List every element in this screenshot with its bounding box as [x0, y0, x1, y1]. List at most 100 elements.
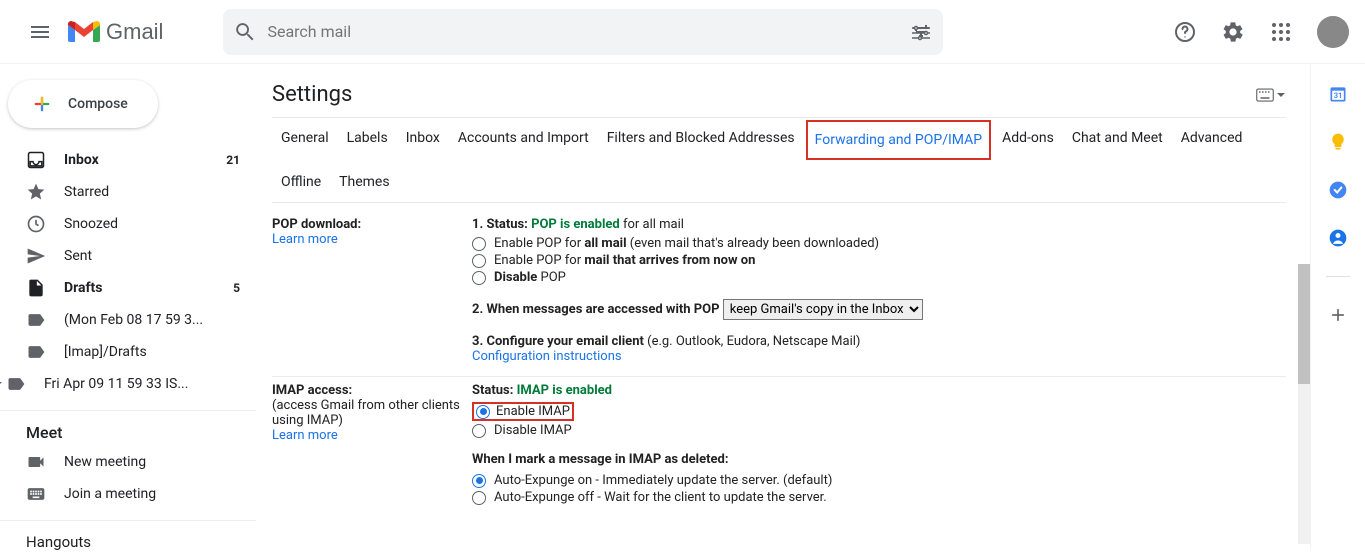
- input-tools-button[interactable]: [1256, 88, 1286, 102]
- hamburger-icon: [28, 20, 52, 44]
- pop-config-instructions-link[interactable]: Configuration instructions: [472, 349, 622, 364]
- nav-label: Inbox: [64, 152, 99, 168]
- nav-label: Snoozed: [64, 216, 118, 232]
- expunge-on-label: Auto-Expunge on - Immediately update the…: [494, 473, 832, 488]
- gmail-product-name: Gmail: [106, 19, 163, 45]
- gear-icon: [1221, 20, 1245, 44]
- main-menu-button[interactable]: [16, 8, 64, 56]
- new-meeting-button[interactable]: New meeting: [0, 446, 256, 478]
- account-avatar[interactable]: [1317, 16, 1349, 48]
- apps-button[interactable]: [1261, 12, 1301, 52]
- video-icon: [26, 452, 46, 472]
- gmail-icon: [68, 20, 100, 44]
- tab-themes[interactable]: Themes: [330, 162, 398, 202]
- tab-add-ons[interactable]: Add-ons: [993, 118, 1063, 162]
- search-input[interactable]: [267, 22, 909, 41]
- apps-icon: [1269, 20, 1293, 44]
- keep-app-button[interactable]: [1328, 132, 1348, 152]
- sidebar-item-fri-apr-09-11-59-33-is-[interactable]: Fri Apr 09 11 59 33 IS...: [0, 368, 256, 400]
- contacts-icon: [1328, 228, 1348, 248]
- imap-heading: IMAP access:: [272, 383, 472, 398]
- keyboard-small-icon: [1256, 88, 1274, 102]
- calendar-app-button[interactable]: 31: [1328, 84, 1348, 104]
- pop-radio-disable[interactable]: [472, 271, 486, 285]
- sidebar-item-snoozed[interactable]: Snoozed: [0, 208, 256, 240]
- pop-status-value: POP is enabled: [531, 217, 620, 232]
- pop-radio-from-now[interactable]: [472, 254, 486, 268]
- nav-label: Fri Apr 09 11 59 33 IS...: [44, 376, 188, 392]
- sidebar-item--imap-drafts[interactable]: [Imap]/Drafts: [0, 336, 256, 368]
- expunge-on-radio[interactable]: [472, 474, 486, 488]
- label-icon: [26, 342, 46, 362]
- clock-icon: [26, 214, 46, 234]
- sidebar-item-inbox[interactable]: Inbox 21: [0, 144, 256, 176]
- imap-enable-label: Enable IMAP: [496, 404, 570, 419]
- get-addons-button[interactable]: [1328, 305, 1348, 325]
- support-button[interactable]: [1165, 12, 1205, 52]
- gmail-logo[interactable]: Gmail: [68, 19, 163, 45]
- imap-sub: (access Gmail from other clients using I…: [272, 398, 472, 428]
- expunge-off-radio[interactable]: [472, 491, 486, 505]
- keep-icon: [1328, 132, 1348, 152]
- imap-disable-label: Disable IMAP: [494, 423, 572, 438]
- imap-learn-more-link[interactable]: Learn more: [272, 428, 338, 443]
- file-icon: [26, 278, 46, 298]
- imap-radio-disable[interactable]: [472, 424, 486, 438]
- pop-heading: POP download:: [272, 217, 472, 232]
- pop-access-select[interactable]: keep Gmail's copy in the Inbox: [723, 299, 923, 320]
- label-icon: [6, 374, 26, 394]
- pop-radio-all-mail[interactable]: [472, 237, 486, 251]
- nav-label: (Mon Feb 08 17 59 3...: [64, 312, 203, 328]
- imap-deleted-heading: When I mark a message in IMAP as deleted…: [472, 452, 1286, 467]
- tab-inbox[interactable]: Inbox: [397, 118, 449, 162]
- settings-tabs: GeneralLabelsInboxAccounts and ImportFil…: [272, 117, 1286, 203]
- nav-count: 21: [226, 153, 240, 167]
- imap-radio-enable[interactable]: [476, 405, 490, 419]
- scrollbar[interactable]: [1298, 264, 1310, 544]
- nav-label: Starred: [64, 184, 109, 200]
- search-icon: [233, 20, 257, 44]
- tab-forwarding-and-pop-imap[interactable]: Forwarding and POP/IMAP: [806, 120, 991, 160]
- tab-accounts-and-import[interactable]: Accounts and Import: [449, 118, 598, 162]
- join-meeting-label: Join a meeting: [64, 486, 156, 502]
- side-panel: 31: [1311, 64, 1365, 550]
- meet-section-header: Meet: [0, 411, 256, 446]
- dropdown-arrow-icon: [1276, 90, 1286, 100]
- pop-status-prefix: 1. Status:: [472, 217, 531, 232]
- sidebar-item--mon-feb-08-17-59-3-[interactable]: (Mon Feb 08 17 59 3...: [0, 304, 256, 336]
- inbox-icon: [26, 150, 46, 170]
- sidebar-item-sent[interactable]: Sent: [0, 240, 256, 272]
- tab-chat-and-meet[interactable]: Chat and Meet: [1063, 118, 1172, 162]
- pop-learn-more-link[interactable]: Learn more: [272, 232, 338, 247]
- settings-button[interactable]: [1213, 12, 1253, 52]
- tab-offline[interactable]: Offline: [272, 162, 330, 202]
- svg-text:31: 31: [1334, 91, 1343, 100]
- tab-general[interactable]: General: [272, 118, 338, 162]
- pop-status-suffix: for all mail: [620, 217, 684, 232]
- label-icon: [26, 310, 46, 330]
- nav-label: Sent: [64, 248, 92, 264]
- main-content: Settings GeneralLabelsInboxAccounts and …: [256, 64, 1311, 550]
- nav-label: Drafts: [64, 280, 102, 296]
- tab-labels[interactable]: Labels: [338, 118, 397, 162]
- sidebar-item-drafts[interactable]: Drafts5: [0, 272, 256, 304]
- join-meeting-button[interactable]: Join a meeting: [0, 478, 256, 510]
- sidebar-item-starred[interactable]: Starred: [0, 176, 256, 208]
- search-bar[interactable]: [223, 9, 943, 55]
- help-icon: [1173, 20, 1197, 44]
- compose-button[interactable]: Compose: [8, 80, 158, 128]
- keyboard-icon: [26, 484, 46, 504]
- compose-label: Compose: [68, 96, 128, 112]
- contacts-app-button[interactable]: [1328, 228, 1348, 248]
- tasks-icon: [1328, 180, 1348, 200]
- settings-title: Settings: [272, 82, 352, 107]
- imap-status-value: IMAP is enabled: [517, 383, 612, 398]
- new-meeting-label: New meeting: [64, 454, 146, 470]
- pop-access-heading: 2. When messages are accessed with POP: [472, 302, 720, 317]
- plus-icon: [1328, 305, 1348, 325]
- search-options-icon[interactable]: [909, 20, 933, 44]
- tab-advanced[interactable]: Advanced: [1172, 118, 1252, 162]
- tab-filters-and-blocked-addresses[interactable]: Filters and Blocked Addresses: [598, 118, 804, 162]
- tasks-app-button[interactable]: [1328, 180, 1348, 200]
- calendar-icon: 31: [1328, 84, 1348, 104]
